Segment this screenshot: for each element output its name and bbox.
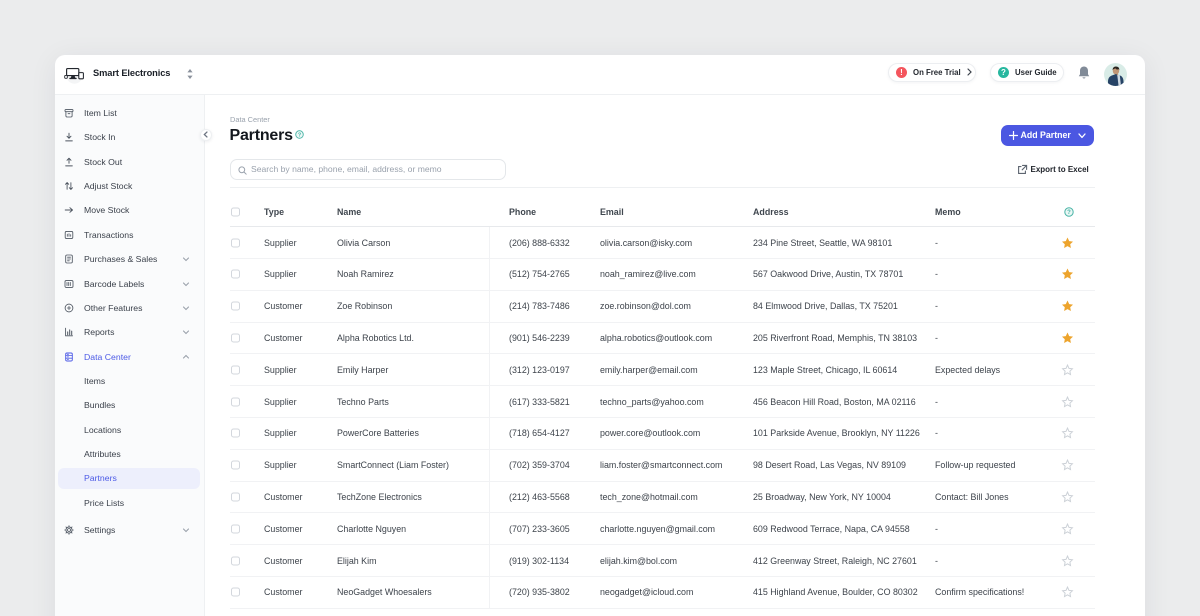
svg-text:?: ? (1067, 210, 1071, 216)
svg-text:?: ? (298, 132, 301, 138)
